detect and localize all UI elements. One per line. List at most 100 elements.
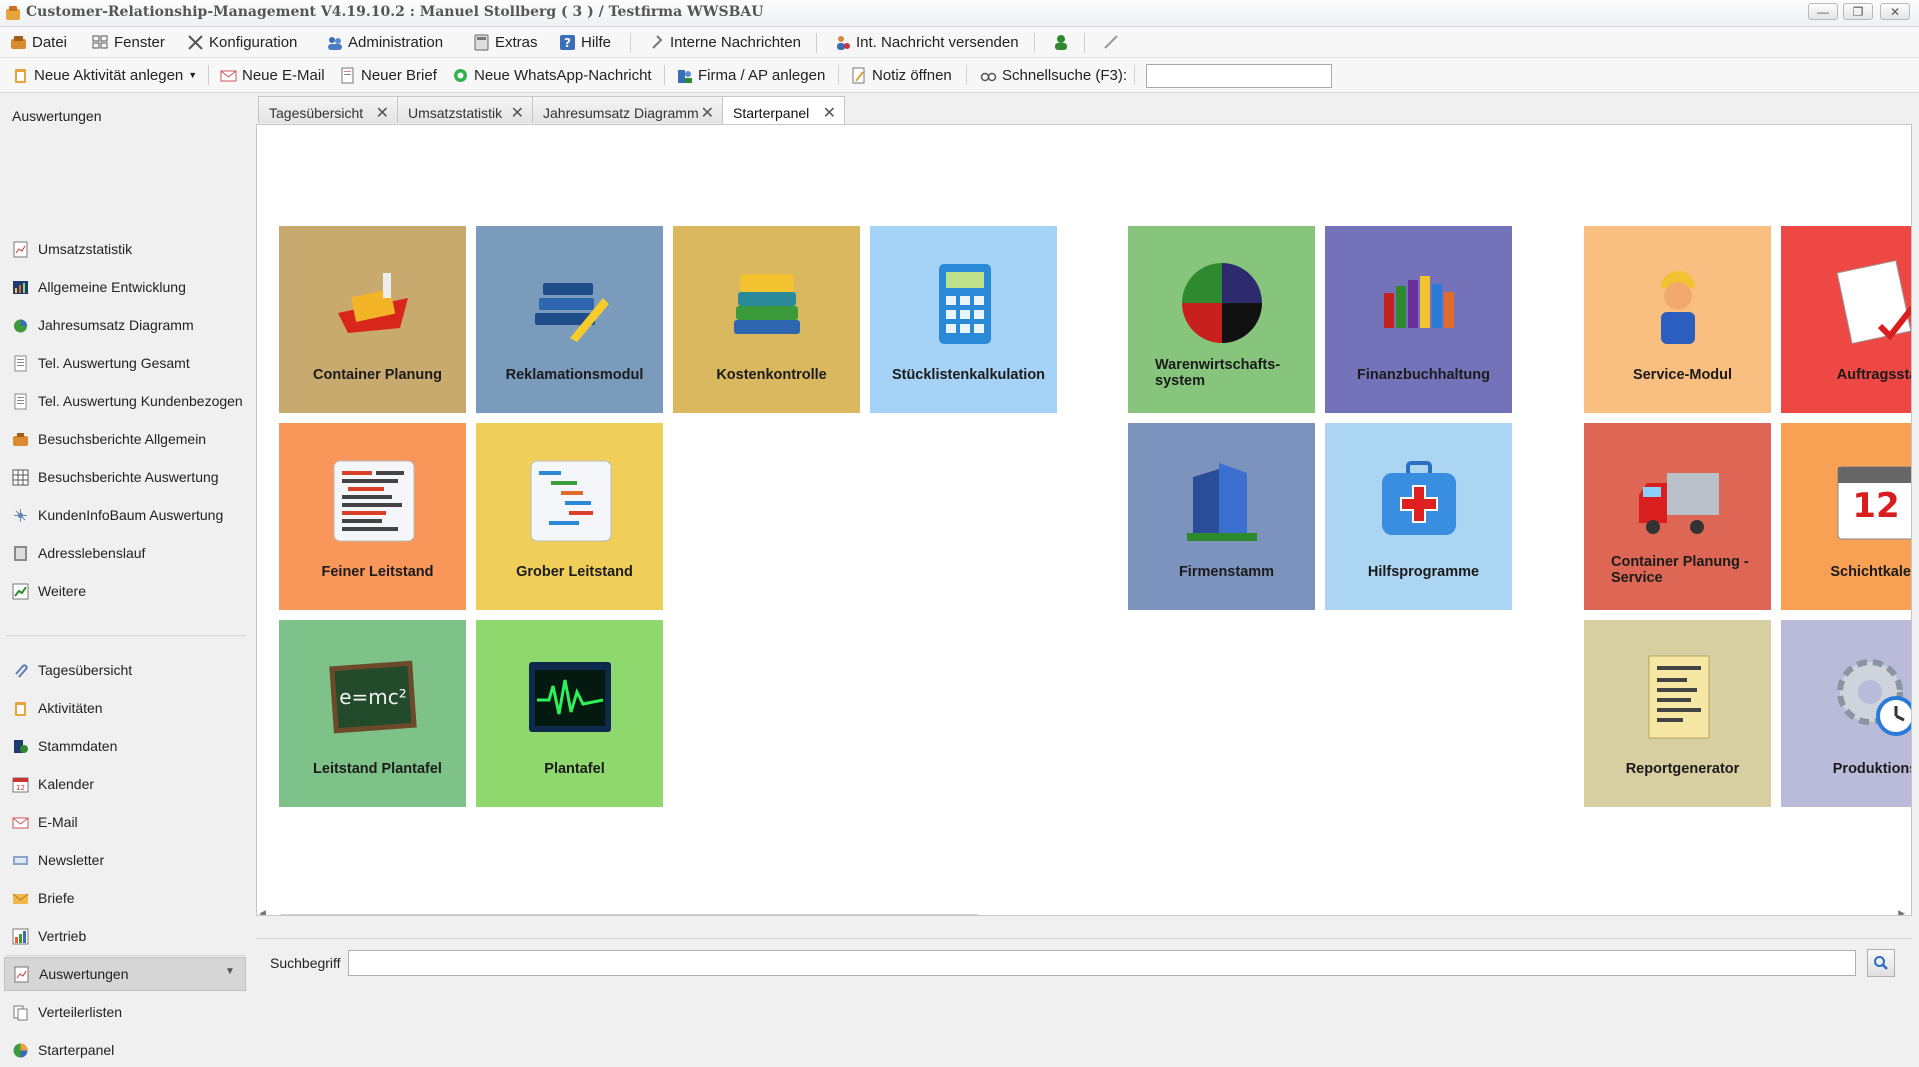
restore-button[interactable]: ❐: [1843, 3, 1873, 20]
sidebar-item-label: Tel. Auswertung Kundenbezogen: [38, 393, 243, 409]
bar-chart-icon: [13, 280, 28, 294]
menu-interne-nachrichten[interactable]: Interne Nachrichten: [648, 32, 801, 52]
sidebar-item-tel-auswertung-kundenbezogen[interactable]: Tel. Auswertung Kundenbezogen: [4, 384, 246, 418]
tile-auftragsstat[interactable]: Auftragsstat: [1781, 226, 1911, 413]
menu-hilfe[interactable]: ? Hilfe: [559, 32, 611, 52]
sidebar-collapse-icon[interactable]: ▼: [225, 966, 235, 977]
sidebar-module-newsletter[interactable]: Newsletter: [4, 843, 246, 877]
sidebar-header: Auswertungen: [12, 108, 102, 124]
sidebar-item-besuchsberichte-allgemein[interactable]: Besuchsberichte Allgemein: [4, 422, 246, 456]
tile-feiner-leitstand[interactable]: Feiner Leitstand: [279, 423, 466, 610]
sidebar-item-adresslebenslauf[interactable]: Adresslebenslauf: [4, 536, 246, 570]
close-tab-icon[interactable]: ✕: [511, 103, 524, 123]
tile-finanzbuchhaltung[interactable]: Finanzbuchhaltung: [1325, 226, 1512, 413]
new-activity-button[interactable]: Neue Aktivität anlegen ▼: [12, 65, 197, 85]
company-button[interactable]: Firma / AP anlegen: [676, 65, 825, 85]
search-button[interactable]: [1867, 949, 1895, 977]
sidebar-item-allgemeine-entwicklung[interactable]: Allgemeine Entwicklung: [4, 270, 246, 304]
note-button[interactable]: Notiz öffnen: [850, 65, 952, 85]
tile-label: Hilfsprogramme: [1367, 564, 1480, 580]
tile-stuecklistenkalkulation[interactable]: Stücklistenkalkulation: [870, 226, 1057, 413]
tile-plantafel[interactable]: Plantafel: [476, 620, 663, 807]
sidebar-module-stammdaten[interactable]: Stammdaten: [4, 729, 246, 763]
menu-datei[interactable]: Datei: [10, 32, 67, 52]
sidebar-module-email[interactable]: E-Mail: [4, 805, 246, 839]
sidebar-module-auswertungen[interactable]: Auswertungen: [4, 957, 246, 991]
search-input[interactable]: [348, 950, 1856, 976]
search-label: Suchbegriff: [270, 955, 341, 971]
scrollbar-thumb[interactable]: [279, 914, 979, 915]
tab-jahresumsatz-diagramm[interactable]: Jahresumsatz Diagramm ✕: [532, 96, 723, 123]
window-title: Customer-Relationship-Management V4.19.1…: [26, 4, 764, 20]
grid-table-icon: [12, 469, 29, 485]
tile-firmenstamm[interactable]: Firmenstamm: [1128, 423, 1315, 610]
tile-leitstand-plantafel[interactable]: e=mc² Leitstand Plantafel: [279, 620, 466, 807]
sidebar-item-label: E-Mail: [38, 814, 78, 830]
tab-starterpanel[interactable]: Starterpanel ✕: [722, 96, 845, 125]
separator: [838, 65, 839, 85]
tile-grober-leitstand[interactable]: Grober Leitstand: [476, 423, 663, 610]
tile-container-planung-service[interactable]: Container Planung - Service: [1584, 423, 1771, 610]
starterpanel-icon: [13, 1043, 28, 1057]
menu-int-nachricht-versenden[interactable]: Int. Nachricht versenden: [834, 32, 1019, 52]
tile-produktionsplanung[interactable]: Produktionsp: [1781, 620, 1911, 807]
quicksearch-input[interactable]: [1146, 64, 1332, 88]
menu-extras[interactable]: Extras: [473, 32, 538, 52]
tab-umsatzstatistik[interactable]: Umsatzstatistik ✕: [397, 96, 533, 123]
tile-kostenkontrolle[interactable]: Kostenkontrolle: [673, 226, 860, 413]
sidebar-item-kundeninfobaum-auswertung[interactable]: KundenInfoBaum Auswertung: [4, 498, 246, 532]
close-tab-icon[interactable]: ✕: [823, 103, 836, 123]
new-whatsapp-button[interactable]: Neue WhatsApp-Nachricht: [452, 65, 652, 85]
tile-label: Produktionsp: [1832, 761, 1911, 777]
tile-schichtkalender[interactable]: 12 Schichtkalend: [1781, 423, 1911, 610]
close-tab-icon[interactable]: ✕: [701, 103, 714, 123]
menu-konfiguration[interactable]: Konfiguration: [187, 32, 297, 52]
menu-administration[interactable]: Administration: [326, 32, 443, 52]
sidebar-item-tel-auswertung-gesamt[interactable]: Tel. Auswertung Gesamt: [4, 346, 246, 380]
quicksearch-label-group: Schnellsuche (F3):: [980, 65, 1127, 85]
close-window-button[interactable]: ✕: [1880, 3, 1910, 20]
starterpanel-content: Container Planung Reklamationsmodul Kost…: [256, 124, 1912, 916]
svg-text:12: 12: [1852, 486, 1899, 526]
tile-label: Reklamationsmodul: [505, 367, 644, 383]
menu-bar: Datei Fenster Konfiguration Administrati…: [0, 27, 1919, 58]
sidebar-item-jahresumsatz-diagramm[interactable]: Jahresumsatz Diagramm: [4, 308, 246, 342]
sidebar-module-briefe[interactable]: Briefe: [4, 881, 246, 915]
users-icon: [328, 36, 342, 50]
whatsapp-icon: [454, 68, 467, 82]
sidebar-module-verteilerlisten[interactable]: Verteilerlisten: [4, 995, 246, 1029]
new-letter-button[interactable]: Neuer Brief: [339, 65, 437, 85]
scroll-left-icon[interactable]: ◀: [259, 908, 266, 915]
sidebar-module-kalender[interactable]: 12 Kalender: [4, 767, 246, 801]
horizontal-scrollbar[interactable]: ◀ ▶: [259, 908, 1909, 915]
tile-hilfsprogramme[interactable]: Hilfsprogramme: [1325, 423, 1512, 610]
sidebar-item-umsatzstatistik[interactable]: Umsatzstatistik: [4, 232, 246, 266]
sidebar-module-aktivitaeten[interactable]: Aktivitäten: [4, 691, 246, 725]
sidebar-module-tagesuebersicht[interactable]: Tagesübersicht: [4, 653, 246, 687]
new-email-button[interactable]: Neue E-Mail: [220, 65, 325, 85]
chalkboard-icon: e=mc²: [328, 660, 417, 734]
tab-tagesuebersicht[interactable]: Tagesübersicht ✕: [258, 96, 398, 123]
menu-fenster[interactable]: Fenster: [92, 32, 165, 52]
toolbar: Neue Aktivität anlegen ▼ Neue E-Mail Neue…: [0, 58, 1919, 93]
tile-container-planung[interactable]: Container Planung: [279, 226, 466, 413]
tile-reklamationsmodul[interactable]: Reklamationsmodul: [476, 226, 663, 413]
tile-label: Grober Leitstand: [516, 564, 633, 580]
tile-service-modul[interactable]: Service-Modul: [1584, 226, 1771, 413]
master-data-icon: [14, 739, 28, 753]
pen-icon[interactable]: [1102, 33, 1120, 51]
tile-reportgenerator[interactable]: Reportgenerator: [1584, 620, 1771, 807]
separator: [966, 65, 967, 85]
sidebar-item-weitere[interactable]: Weitere: [4, 574, 246, 608]
sidebar-module-vertrieb[interactable]: Vertrieb: [4, 919, 246, 953]
sidebar-module-starterpanel[interactable]: Starterpanel: [4, 1033, 246, 1067]
minimize-button[interactable]: —: [1808, 3, 1838, 20]
clipboard-icon: [15, 68, 26, 83]
close-tab-icon[interactable]: ✕: [376, 103, 389, 123]
sidebar-item-besuchsberichte-auswertung[interactable]: Besuchsberichte Auswertung: [4, 460, 246, 494]
tile-warenwirtschaftssystem[interactable]: Warenwirtschafts-system: [1128, 226, 1315, 413]
online-user-icon[interactable]: [1052, 33, 1070, 51]
tools-icon: [188, 34, 203, 50]
scroll-right-icon[interactable]: ▶: [1898, 908, 1905, 915]
menu-label: Interne Nachrichten: [670, 33, 801, 51]
